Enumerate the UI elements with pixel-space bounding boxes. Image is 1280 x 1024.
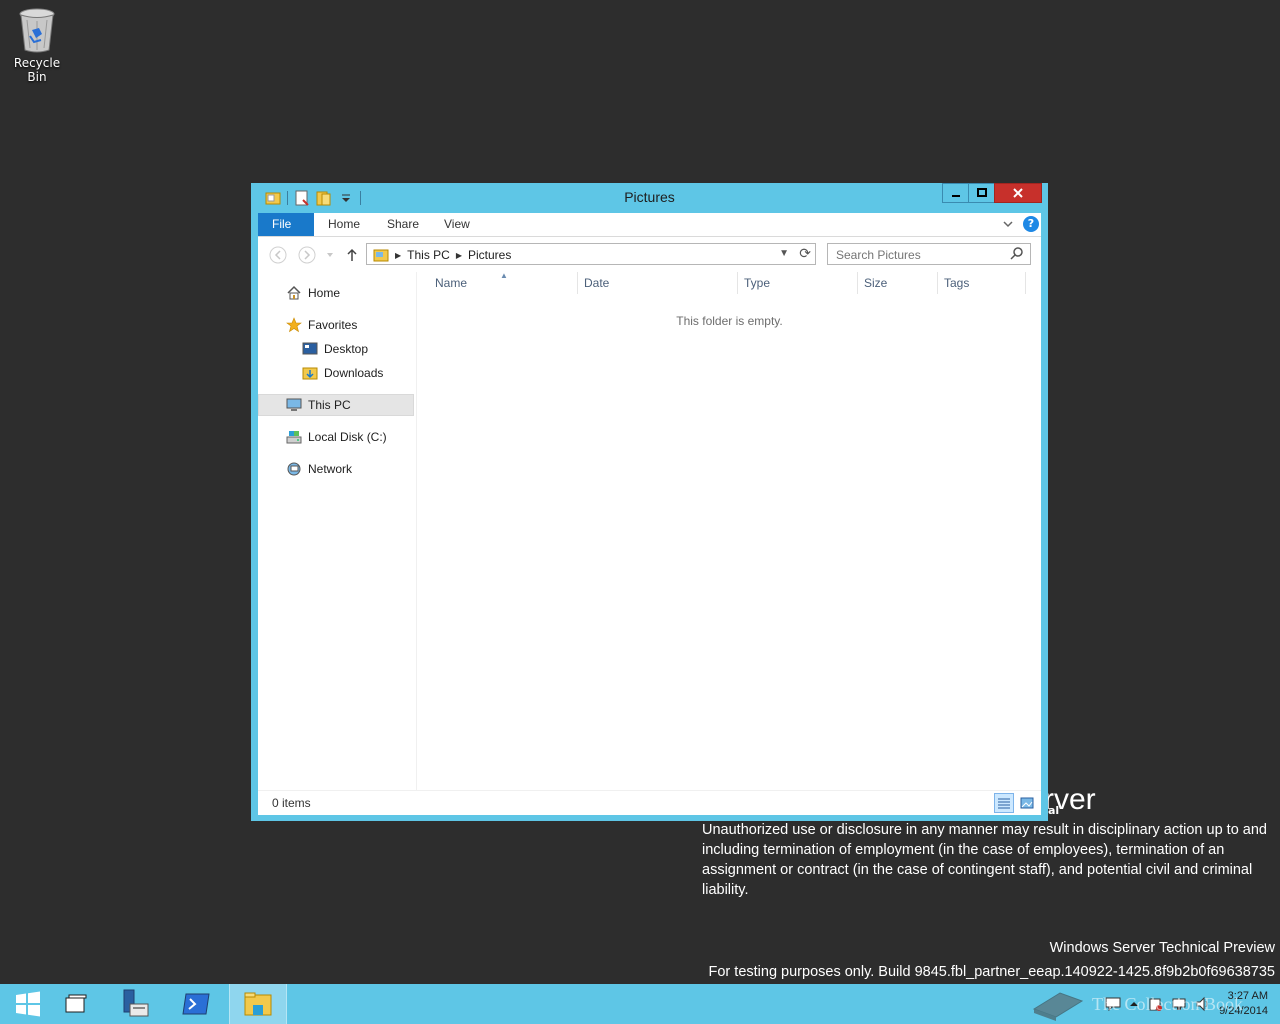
address-bar[interactable]: ▶ This PC ▶ Pictures ▼ ⟳ bbox=[366, 243, 816, 265]
nav-item-label: Downloads bbox=[324, 366, 384, 380]
build-text: For testing purposes only. Build 9845.fb… bbox=[708, 964, 1275, 980]
minimize-icon bbox=[951, 195, 960, 197]
title-bar[interactable]: Pictures bbox=[251, 183, 1048, 213]
task-view-icon bbox=[65, 994, 87, 1013]
downloads-folder-icon bbox=[302, 367, 318, 380]
brand-text: The Collection Book bbox=[1092, 993, 1243, 1014]
forward-arrow-icon bbox=[298, 246, 316, 264]
home-icon bbox=[287, 285, 301, 300]
up-arrow-icon bbox=[347, 248, 357, 261]
column-header-size[interactable]: Size bbox=[858, 272, 938, 294]
close-icon bbox=[1013, 188, 1023, 198]
content-area: Home Favorites Desktop Downloads This PC… bbox=[258, 271, 1041, 790]
nav-item-label: Desktop bbox=[324, 342, 369, 356]
nav-item-home[interactable]: Home bbox=[258, 282, 442, 304]
recycle-bin[interactable]: Recycle Bin bbox=[4, 6, 70, 84]
navigation-pane: Home Favorites Desktop Downloads This PC… bbox=[258, 272, 417, 790]
breadcrumb-this-pc[interactable]: This PC bbox=[407, 248, 450, 262]
legal-notice: Unauthorized use or disclosure in any ma… bbox=[702, 822, 1267, 898]
watermark-small-fragment: al bbox=[1048, 804, 1060, 817]
column-header-name[interactable]: ▲ Name bbox=[418, 271, 578, 294]
tab-home[interactable]: Home bbox=[314, 213, 374, 236]
nav-item-this-pc[interactable]: This PC bbox=[258, 394, 414, 416]
explorer-window: Pictures File Home Share View ? ▶ This P… bbox=[251, 183, 1048, 821]
recycle-bin-icon bbox=[17, 6, 57, 54]
column-header-tags[interactable]: Tags bbox=[938, 272, 1026, 294]
nav-item-label: Network bbox=[308, 462, 353, 476]
back-arrow-icon bbox=[269, 246, 287, 264]
search-input[interactable] bbox=[834, 245, 1008, 265]
close-button[interactable] bbox=[994, 183, 1042, 203]
nav-item-network[interactable]: Network bbox=[258, 458, 442, 480]
recycle-bin-label: Recycle Bin bbox=[13, 56, 61, 84]
refresh-icon[interactable]: ⟳ bbox=[799, 245, 811, 262]
pictures-folder-icon bbox=[373, 249, 389, 262]
window-controls bbox=[942, 183, 1042, 203]
powershell-button[interactable] bbox=[168, 984, 224, 1024]
item-count: 0 items bbox=[272, 796, 311, 810]
server-manager-button[interactable] bbox=[108, 984, 164, 1024]
chevron-down-icon bbox=[327, 253, 333, 257]
large-icons-view-icon bbox=[1020, 797, 1034, 809]
forward-button[interactable] bbox=[297, 245, 317, 265]
book-logo-icon bbox=[1032, 992, 1084, 1021]
nav-item-label: This PC bbox=[308, 398, 351, 412]
details-view-icon bbox=[998, 798, 1010, 809]
ribbon-tabs: File Home Share View ? bbox=[258, 213, 1041, 237]
details-view-button[interactable] bbox=[994, 793, 1014, 813]
file-explorer-button[interactable] bbox=[229, 984, 287, 1024]
drive-icon bbox=[286, 431, 302, 444]
sort-ascending-icon: ▲ bbox=[500, 271, 508, 280]
help-icon[interactable]: ? bbox=[1023, 216, 1039, 232]
powershell-icon bbox=[182, 993, 210, 1015]
view-switcher bbox=[994, 793, 1037, 813]
large-icons-view-button[interactable] bbox=[1017, 793, 1037, 813]
breadcrumb-pictures[interactable]: Pictures bbox=[468, 248, 511, 262]
file-explorer-icon bbox=[244, 992, 272, 1016]
windows-logo-icon bbox=[16, 991, 40, 1017]
address-dropdown-icon[interactable]: ▼ bbox=[779, 248, 789, 259]
server-manager-icon bbox=[123, 989, 149, 1017]
column-header-type[interactable]: Type bbox=[738, 272, 858, 294]
brand-watermark: The Collection Book bbox=[1030, 984, 1243, 1024]
tab-share[interactable]: Share bbox=[373, 213, 433, 236]
back-button[interactable] bbox=[268, 245, 288, 265]
breadcrumb-separator-icon[interactable]: ▶ bbox=[456, 251, 462, 260]
maximize-button[interactable] bbox=[968, 183, 995, 203]
navigation-bar: ▶ This PC ▶ Pictures ▼ ⟳ bbox=[258, 237, 1041, 272]
column-header-date[interactable]: Date bbox=[578, 272, 738, 294]
search-icon[interactable] bbox=[1010, 246, 1024, 260]
nav-item-downloads[interactable]: Downloads bbox=[258, 362, 458, 384]
window-title: Pictures bbox=[624, 189, 675, 205]
network-icon bbox=[287, 462, 301, 476]
search-box[interactable] bbox=[827, 243, 1031, 265]
nav-item-favorites[interactable]: Favorites bbox=[258, 314, 442, 336]
tab-file[interactable]: File bbox=[258, 213, 314, 236]
desktop-icon bbox=[302, 342, 318, 355]
star-icon bbox=[286, 317, 302, 333]
breadcrumb-separator-icon[interactable]: ▶ bbox=[395, 251, 401, 260]
nav-item-label: Local Disk (C:) bbox=[308, 430, 387, 444]
edition-text: Windows Server Technical Preview bbox=[1049, 940, 1275, 956]
expand-ribbon-icon[interactable] bbox=[1003, 219, 1013, 229]
nav-item-desktop[interactable]: Desktop bbox=[258, 338, 458, 360]
maximize-icon bbox=[976, 188, 987, 197]
nav-item-label: Favorites bbox=[308, 318, 358, 332]
nav-item-local-disk[interactable]: Local Disk (C:) bbox=[258, 426, 442, 448]
computer-icon bbox=[286, 398, 302, 411]
ribbon-right-controls: ? bbox=[1003, 216, 1039, 232]
column-headers: ▲ Name Date Type Size Tags bbox=[418, 271, 1028, 294]
up-button[interactable] bbox=[342, 245, 362, 265]
tab-view[interactable]: View bbox=[430, 213, 484, 236]
nav-item-label: Home bbox=[308, 286, 341, 300]
empty-folder-message: This folder is empty. bbox=[676, 314, 783, 328]
task-view-button[interactable] bbox=[48, 984, 104, 1024]
minimize-button[interactable] bbox=[942, 183, 969, 203]
recent-locations-button[interactable] bbox=[320, 245, 340, 265]
status-bar: 0 items bbox=[258, 790, 1041, 815]
